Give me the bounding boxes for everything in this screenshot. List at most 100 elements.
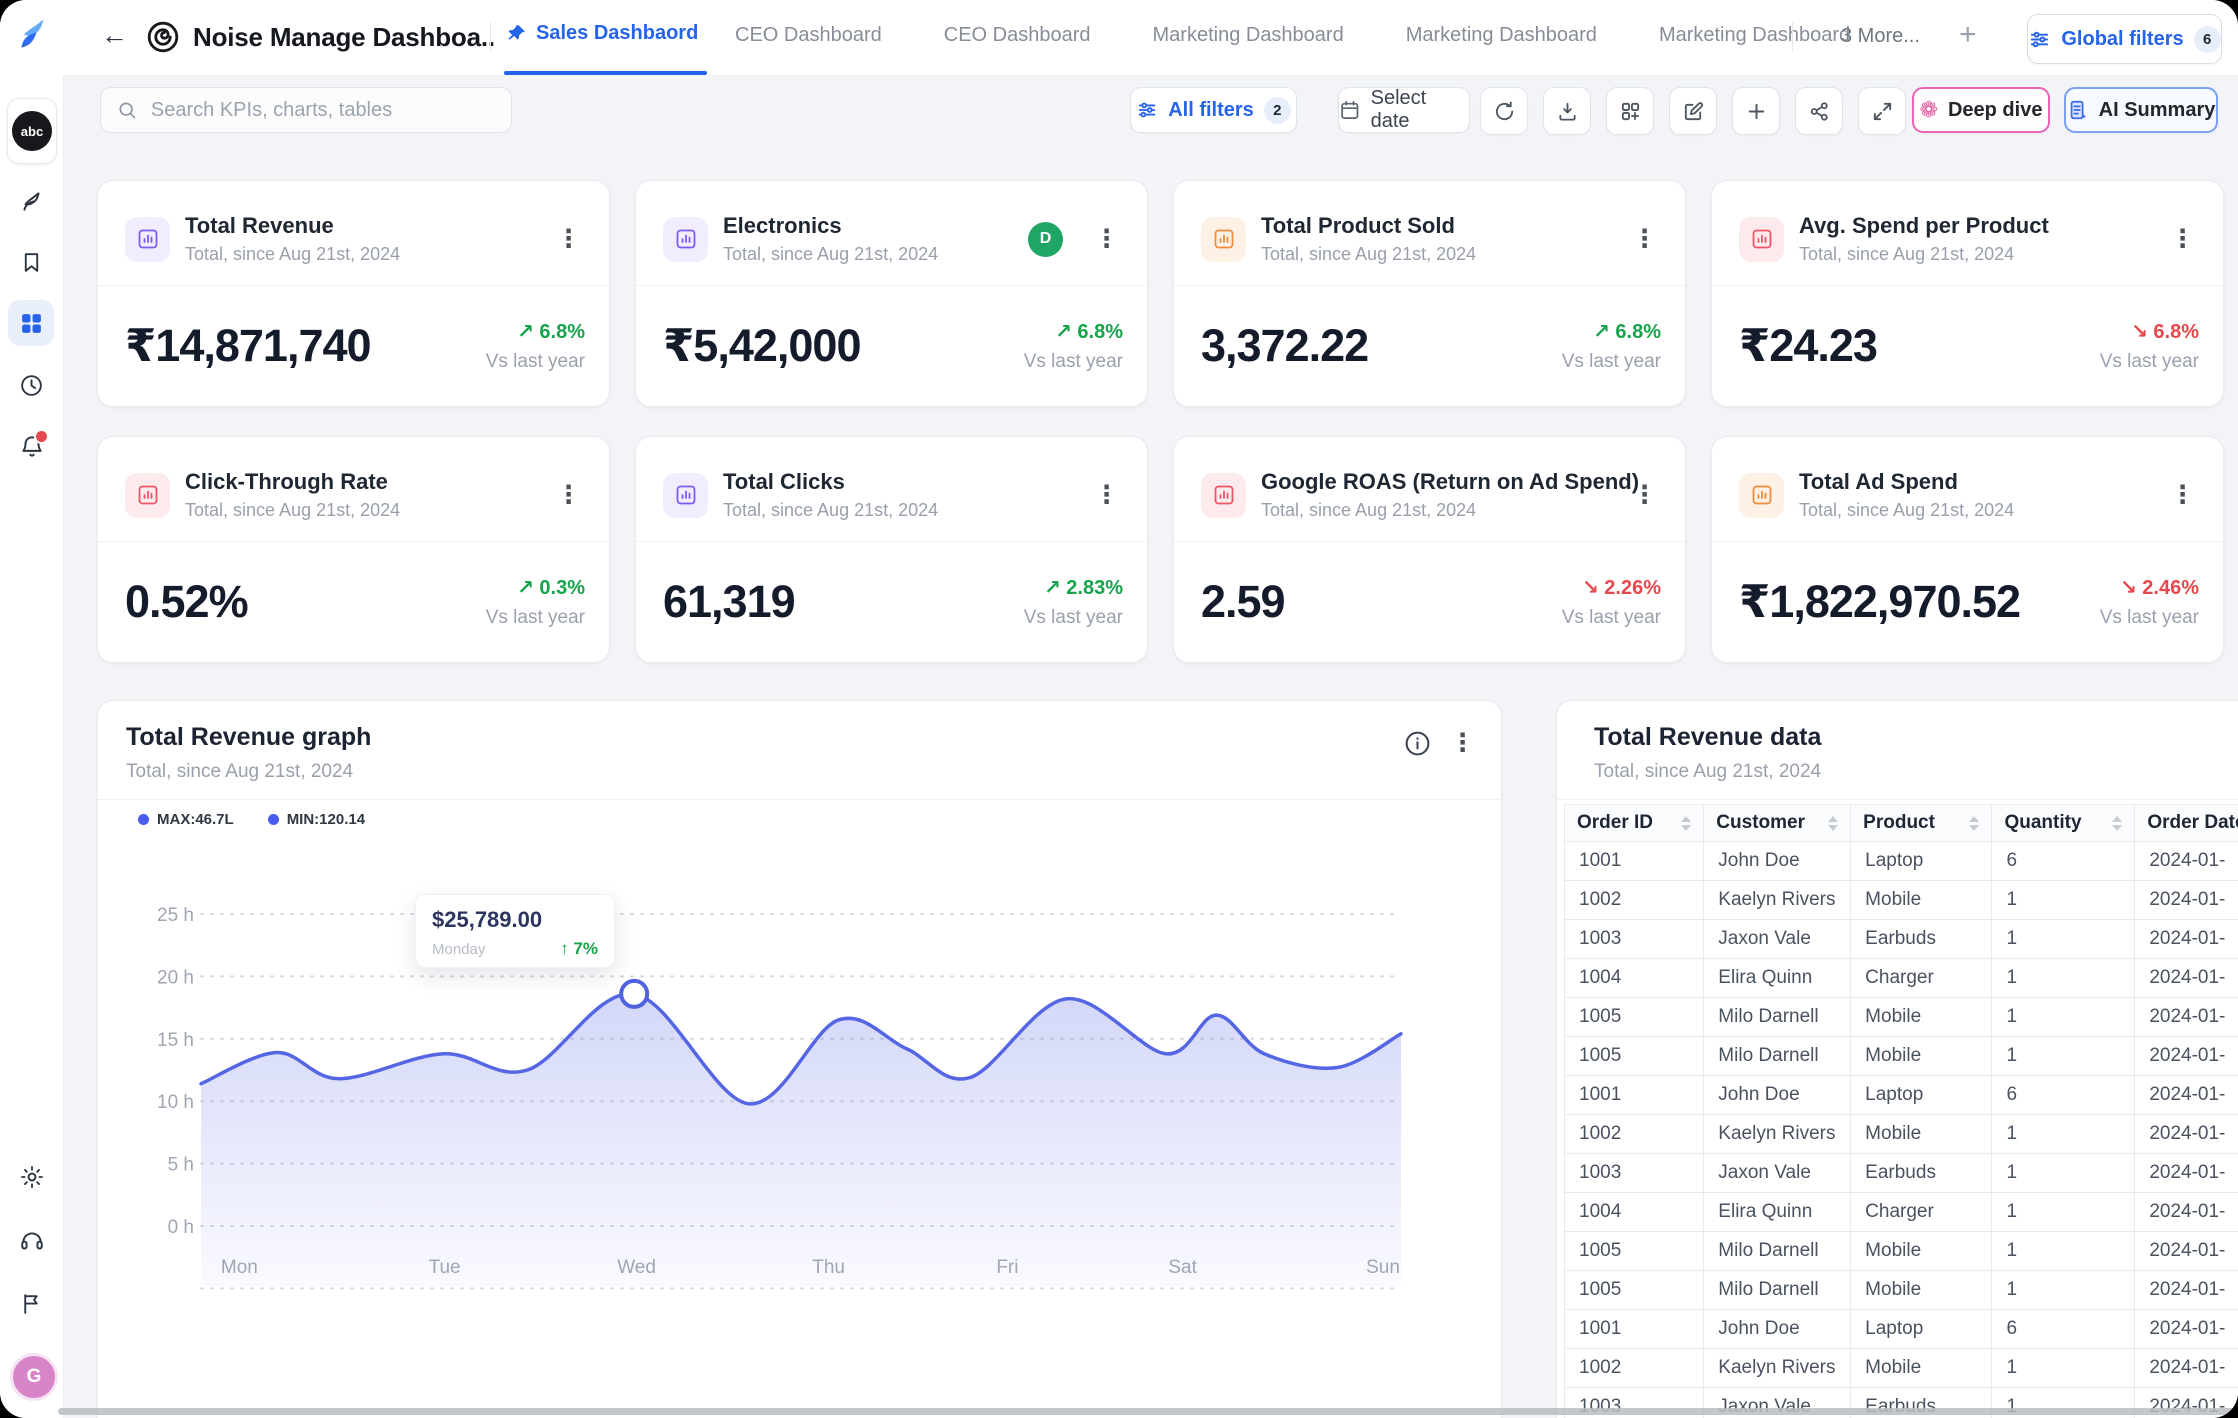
table-cell: Laptop — [1851, 1076, 1992, 1115]
kebab-menu-icon[interactable]: ⋮ — [1090, 227, 1123, 252]
column-header-order-date[interactable]: Order Date — [2135, 805, 2238, 842]
all-filters-button[interactable]: All filters 2 — [1130, 87, 1297, 133]
svg-text:Tue: Tue — [429, 1257, 461, 1278]
download-icon[interactable] — [1543, 87, 1591, 135]
kpi-value: ₹1,822,970.52 — [1739, 575, 2020, 628]
add-tab-button[interactable]: + — [1959, 18, 1977, 52]
fullscreen-expand-icon[interactable] — [1858, 87, 1906, 135]
kpi-change: ↘ 2.26% — [1562, 575, 1661, 600]
column-header-order-id[interactable]: Order ID — [1565, 805, 1704, 842]
table-cell: 1005 — [1565, 1037, 1704, 1076]
kpi-chart-icon — [125, 473, 170, 518]
table-row[interactable]: 1002Kaelyn RiversMobile12024-01- — [1565, 1115, 2238, 1154]
kpi-change: ↗ 6.8% — [1024, 319, 1123, 344]
table-cell: 1 — [1992, 1037, 2135, 1076]
tab-0[interactable]: CEO Dashboard — [735, 24, 882, 47]
table-row[interactable]: 1004Elira QuinnCharger12024-01- — [1565, 959, 2238, 998]
kpi-compare-label: Vs last year — [1024, 607, 1123, 629]
table-row[interactable]: 1005Milo DarnellMobile12024-01- — [1565, 1232, 2238, 1271]
flag-icon[interactable] — [0, 1280, 63, 1326]
column-header-customer[interactable]: Customer — [1704, 805, 1851, 842]
kebab-menu-icon[interactable]: ⋮ — [2166, 483, 2199, 508]
ai-summary-button[interactable]: AI Summary — [2064, 87, 2218, 133]
table-row[interactable]: 1002Kaelyn RiversMobile12024-01- — [1565, 881, 2238, 920]
tab-2[interactable]: Marketing Dashboard — [1153, 24, 1344, 47]
kebab-menu-icon[interactable]: ⋮ — [1446, 731, 1479, 756]
kebab-menu-icon[interactable]: ⋮ — [1628, 227, 1661, 252]
table-row[interactable]: 1002Kaelyn RiversMobile12024-01- — [1565, 1349, 2238, 1388]
back-arrow-button[interactable]: ← — [101, 20, 128, 51]
sort-icon[interactable] — [2112, 816, 2122, 831]
table-cell: 1 — [1992, 1232, 2135, 1271]
tab-label: Sales Dashbaord — [536, 22, 698, 45]
history-clock-icon[interactable] — [0, 362, 63, 408]
product-logo-icon[interactable] — [0, 10, 63, 56]
deep-dive-button[interactable]: ❁ Deep dive — [1912, 87, 2050, 133]
kpi-compare-label: Vs last year — [2100, 351, 2199, 373]
kpi-chart-icon — [1739, 473, 1784, 518]
kebab-menu-icon[interactable]: ⋮ — [2166, 227, 2199, 252]
tab-3[interactable]: Marketing Dashboard — [1406, 24, 1597, 47]
settings-gear-icon[interactable] — [0, 1154, 63, 1200]
user-avatar[interactable]: G — [10, 1353, 58, 1401]
table-row[interactable]: 1001John DoeLaptop62024-01- — [1565, 1310, 2238, 1349]
page-title: Noise Manage Dashboa.. — [193, 22, 495, 53]
kpi-subtitle: Total, since Aug 21st, 2024 — [1261, 500, 1613, 521]
table-row[interactable]: 1003Jaxon ValeEarbuds12024-01- — [1565, 920, 2238, 959]
svg-text:10 h: 10 h — [157, 1092, 194, 1113]
kebab-menu-icon[interactable]: ⋮ — [1090, 483, 1123, 508]
table-cell: 1 — [1992, 1349, 2135, 1388]
table-row[interactable]: 1005Milo DarnellMobile12024-01- — [1565, 1271, 2238, 1310]
feather-icon[interactable] — [0, 178, 63, 224]
select-date-button[interactable]: Select date — [1338, 87, 1470, 133]
revenue-area-chart[interactable]: 25 h20 h15 h10 h5 h0 h MonTueWedThuFriSa… — [98, 831, 1501, 1418]
refresh-icon[interactable] — [1480, 87, 1528, 135]
dashboards-nav-icon-active[interactable] — [8, 300, 54, 346]
sort-icon[interactable] — [1828, 816, 1838, 831]
tab-1[interactable]: CEO Dashboard — [944, 24, 1091, 47]
column-header-quantity[interactable]: Quantity — [1992, 805, 2135, 842]
kebab-menu-icon[interactable]: ⋮ — [1628, 483, 1661, 508]
workspace-badge[interactable]: abc — [7, 98, 57, 164]
add-widget-grid-icon[interactable] — [1606, 87, 1654, 135]
edit-icon[interactable] — [1669, 87, 1717, 135]
tab-4[interactable]: Marketing Dashboard — [1659, 24, 1850, 47]
table-cell: Mobile — [1851, 998, 1992, 1037]
table-cell: Laptop — [1851, 842, 1992, 881]
info-icon[interactable] — [1403, 729, 1432, 758]
sort-icon[interactable] — [1681, 816, 1691, 831]
kpi-subtitle: Total, since Aug 21st, 2024 — [185, 500, 400, 521]
table-row[interactable]: 1003Jaxon ValeEarbuds12024-01- — [1565, 1154, 2238, 1193]
toolbar-icon-buttons — [1480, 87, 1906, 135]
table-row[interactable]: 1005Milo DarnellMobile12024-01- — [1565, 998, 2238, 1037]
kpi-card: Google ROAS (Return on Ad Spend) Total, … — [1173, 436, 1686, 663]
column-header-product[interactable]: Product — [1851, 805, 1992, 842]
chart-marker-point[interactable] — [621, 981, 647, 1007]
table-cell: Elira Quinn — [1704, 959, 1851, 998]
svg-text:Fri: Fri — [996, 1257, 1018, 1278]
global-filters-button[interactable]: Global filters 6 — [2027, 14, 2222, 64]
share-icon[interactable] — [1795, 87, 1843, 135]
support-headset-icon[interactable] — [0, 1218, 63, 1264]
add-plus-icon[interactable] — [1732, 87, 1780, 135]
table-cell: Earbuds — [1851, 920, 1992, 959]
table-row[interactable]: 1004Elira QuinnCharger12024-01- — [1565, 1193, 2238, 1232]
horizontal-scrollbar[interactable] — [58, 1408, 2238, 1415]
more-tabs-button[interactable]: 3 More... — [1841, 25, 1920, 48]
sort-icon[interactable] — [1969, 816, 1979, 831]
table-row[interactable]: 1005Milo DarnellMobile12024-01- — [1565, 1037, 2238, 1076]
notifications-bell-icon[interactable] — [0, 423, 63, 469]
search-input[interactable] — [149, 98, 495, 123]
kebab-menu-icon[interactable]: ⋮ — [552, 227, 585, 252]
sliders-icon — [2028, 28, 2051, 51]
table-cell: Jaxon Vale — [1704, 920, 1851, 959]
kpi-compare-label: Vs last year — [486, 607, 585, 629]
tab-sales-dashboard-active[interactable]: Sales Dashbaord — [506, 22, 698, 45]
kebab-menu-icon[interactable]: ⋮ — [552, 483, 585, 508]
table-row[interactable]: 1001John DoeLaptop62024-01- — [1565, 1076, 2238, 1115]
table-cell: 1 — [1992, 1271, 2135, 1310]
table-cell: 1001 — [1565, 1310, 1704, 1349]
table-row[interactable]: 1001John DoeLaptop62024-01- — [1565, 842, 2238, 881]
bookmark-icon[interactable] — [0, 239, 63, 285]
search-input-box[interactable] — [100, 87, 512, 133]
